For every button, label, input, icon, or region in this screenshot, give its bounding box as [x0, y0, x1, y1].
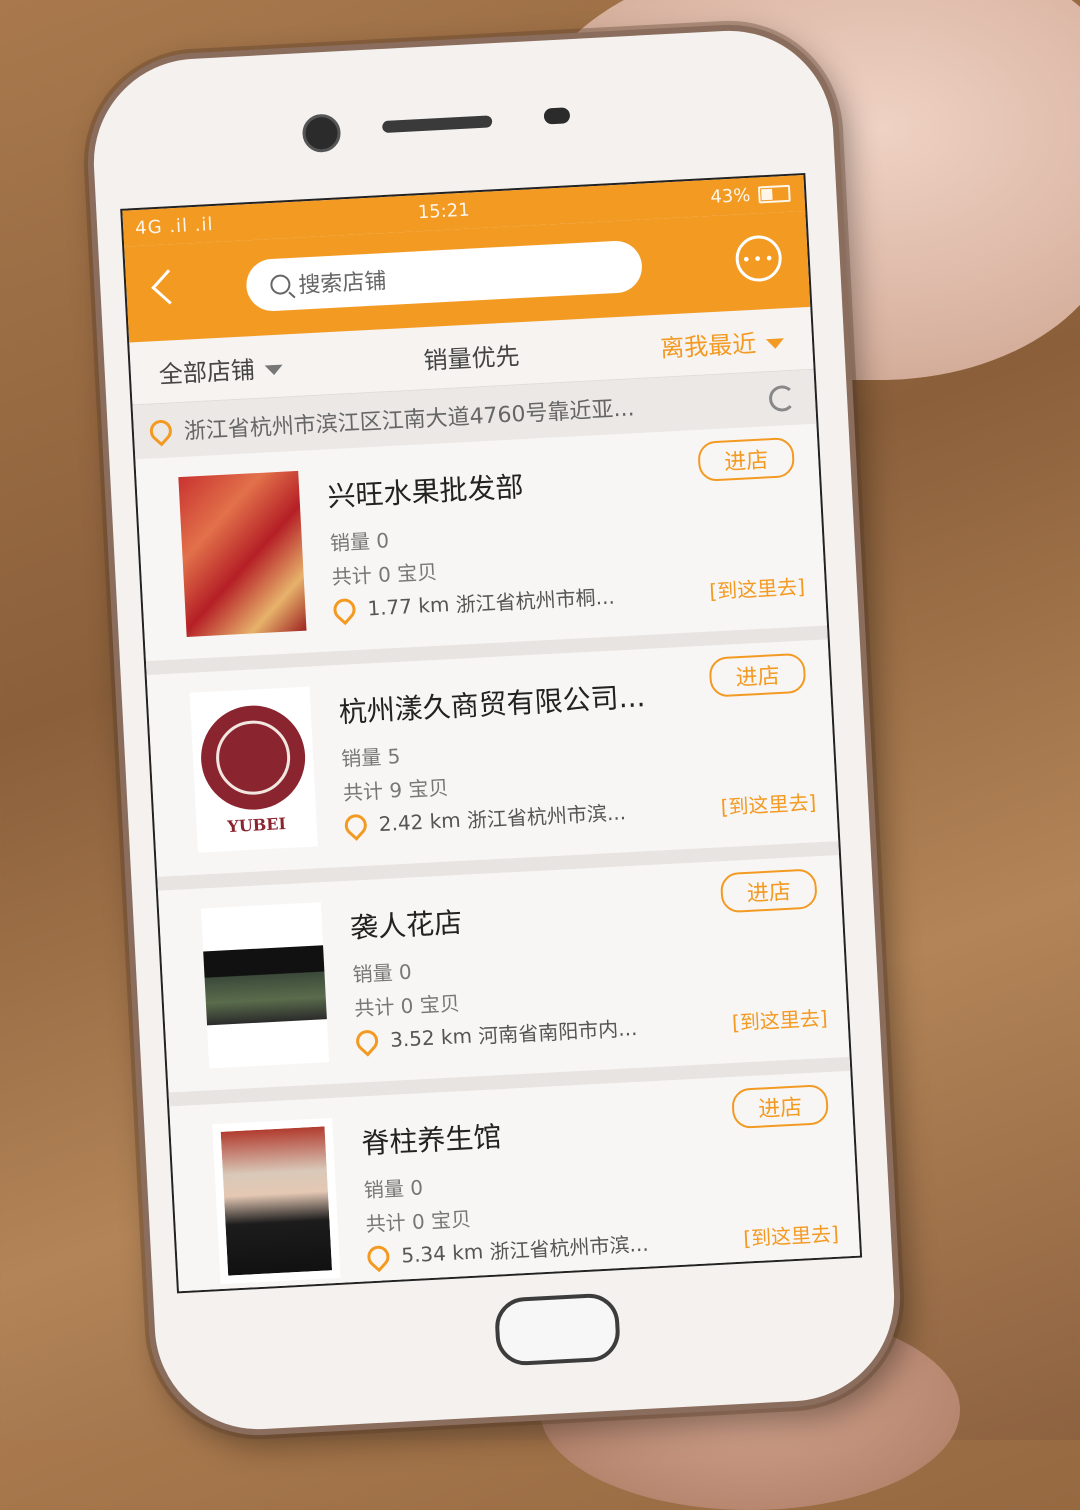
- filter-nearest-label: 离我最近: [659, 329, 757, 363]
- filter-sales-first[interactable]: 销量优先: [423, 336, 521, 376]
- status-time: 15:21: [417, 199, 471, 224]
- caret-down-icon: [765, 337, 785, 349]
- location-pin-icon: [340, 809, 372, 841]
- go-here-link[interactable]: [到这里去]: [743, 1218, 840, 1252]
- proximity-sensor: [543, 107, 571, 125]
- enter-store-button[interactable]: 进店: [731, 1084, 830, 1130]
- store-address-text: 河南省南阳市内...: [477, 1015, 638, 1049]
- store-thumbnail: [212, 1118, 341, 1285]
- store-distance: 1.77 km: [366, 591, 450, 620]
- chat-icon[interactable]: •••: [734, 234, 783, 283]
- refresh-icon[interactable]: [768, 384, 796, 413]
- store-item[interactable]: 兴旺水果批发部 进店 销量 0 共计 0 宝贝 1.77 km 浙江省杭州市桐.…: [135, 423, 828, 676]
- phone: 4G .il .il 15:21 43% 搜索店铺 ••• 全部店铺 销量优先 …: [82, 19, 906, 1441]
- store-address-text: 浙江省杭州市滨...: [466, 800, 627, 833]
- store-sales: 销量 0: [351, 959, 413, 987]
- store-address-text: 浙江省杭州市桐...: [455, 584, 616, 617]
- home-button[interactable]: [493, 1292, 622, 1367]
- store-total: 共计 0 宝贝: [331, 559, 438, 590]
- front-camera: [301, 113, 342, 154]
- location-pin-icon: [362, 1240, 394, 1272]
- logo-text: YUBEI: [226, 813, 287, 836]
- search-input[interactable]: 搜索店铺: [245, 239, 644, 313]
- store-distance: 2.42 km: [378, 807, 462, 836]
- store-sales: 销量 5: [340, 743, 401, 772]
- search-icon: [269, 274, 291, 296]
- battery-percent: 43%: [709, 184, 751, 208]
- store-item[interactable]: 袭人花店 进店 销量 0 共计 0 宝贝 3.52 km 河南省南阳市内... …: [157, 855, 851, 1107]
- store-name: 脊柱养生馆: [360, 1120, 503, 1161]
- search-placeholder: 搜索店铺: [297, 269, 388, 299]
- store-sales: 销量 0: [363, 1175, 424, 1203]
- store-name: 杭州漾久商贸有限公司...: [338, 680, 647, 730]
- screen: 4G .il .il 15:21 43% 搜索店铺 ••• 全部店铺 销量优先 …: [120, 172, 863, 1294]
- store-logo: YUBEI: [189, 686, 318, 853]
- back-icon[interactable]: [151, 269, 187, 305]
- store-distance: 3.52 km: [389, 1023, 473, 1052]
- location-pin-icon: [351, 1025, 383, 1057]
- filter-nearest[interactable]: 离我最近: [659, 322, 785, 363]
- battery-icon: [757, 184, 791, 204]
- caret-down-icon: [264, 364, 284, 375]
- battery-group: 43%: [710, 183, 791, 208]
- store-thumbnail: [178, 470, 307, 637]
- location-pin-icon: [328, 593, 361, 625]
- enter-store-button[interactable]: 进店: [719, 868, 818, 914]
- location-pin-icon: [145, 415, 177, 447]
- store-sales: 销量 0: [329, 528, 390, 556]
- seal-icon: [198, 702, 308, 812]
- store-item[interactable]: YUBEI 杭州漾久商贸有限公司... 进店 销量 5 共计 9 宝贝 2.42…: [146, 639, 840, 891]
- earpiece-speaker: [381, 115, 493, 134]
- store-name: 袭人花店: [349, 905, 463, 945]
- store-distance: 5.34 km: [400, 1238, 484, 1268]
- go-here-link[interactable]: [到这里去]: [731, 1002, 828, 1036]
- go-here-link[interactable]: [到这里去]: [709, 571, 806, 605]
- enter-store-button[interactable]: 进店: [697, 436, 796, 482]
- store-thumbnail: [200, 902, 330, 1069]
- store-item[interactable]: 脊柱养生馆 进店 销量 0 共计 0 宝贝 5.34 km 浙江省杭州市滨...…: [169, 1070, 862, 1294]
- store-total: 共计 9 宝贝: [342, 775, 450, 805]
- store-address-text: 浙江省杭州市滨...: [488, 1231, 650, 1264]
- signal-text: 4G .il .il: [134, 214, 215, 240]
- enter-store-button[interactable]: 进店: [708, 652, 807, 698]
- store-name: 兴旺水果批发部: [326, 470, 525, 514]
- go-here-link[interactable]: [到这里去]: [720, 786, 817, 820]
- store-total: 共计 0 宝贝: [353, 991, 461, 1021]
- filter-all-stores[interactable]: 全部店铺: [158, 348, 284, 389]
- store-total: 共计 0 宝贝: [365, 1206, 472, 1237]
- filter-all-label: 全部店铺: [158, 355, 256, 389]
